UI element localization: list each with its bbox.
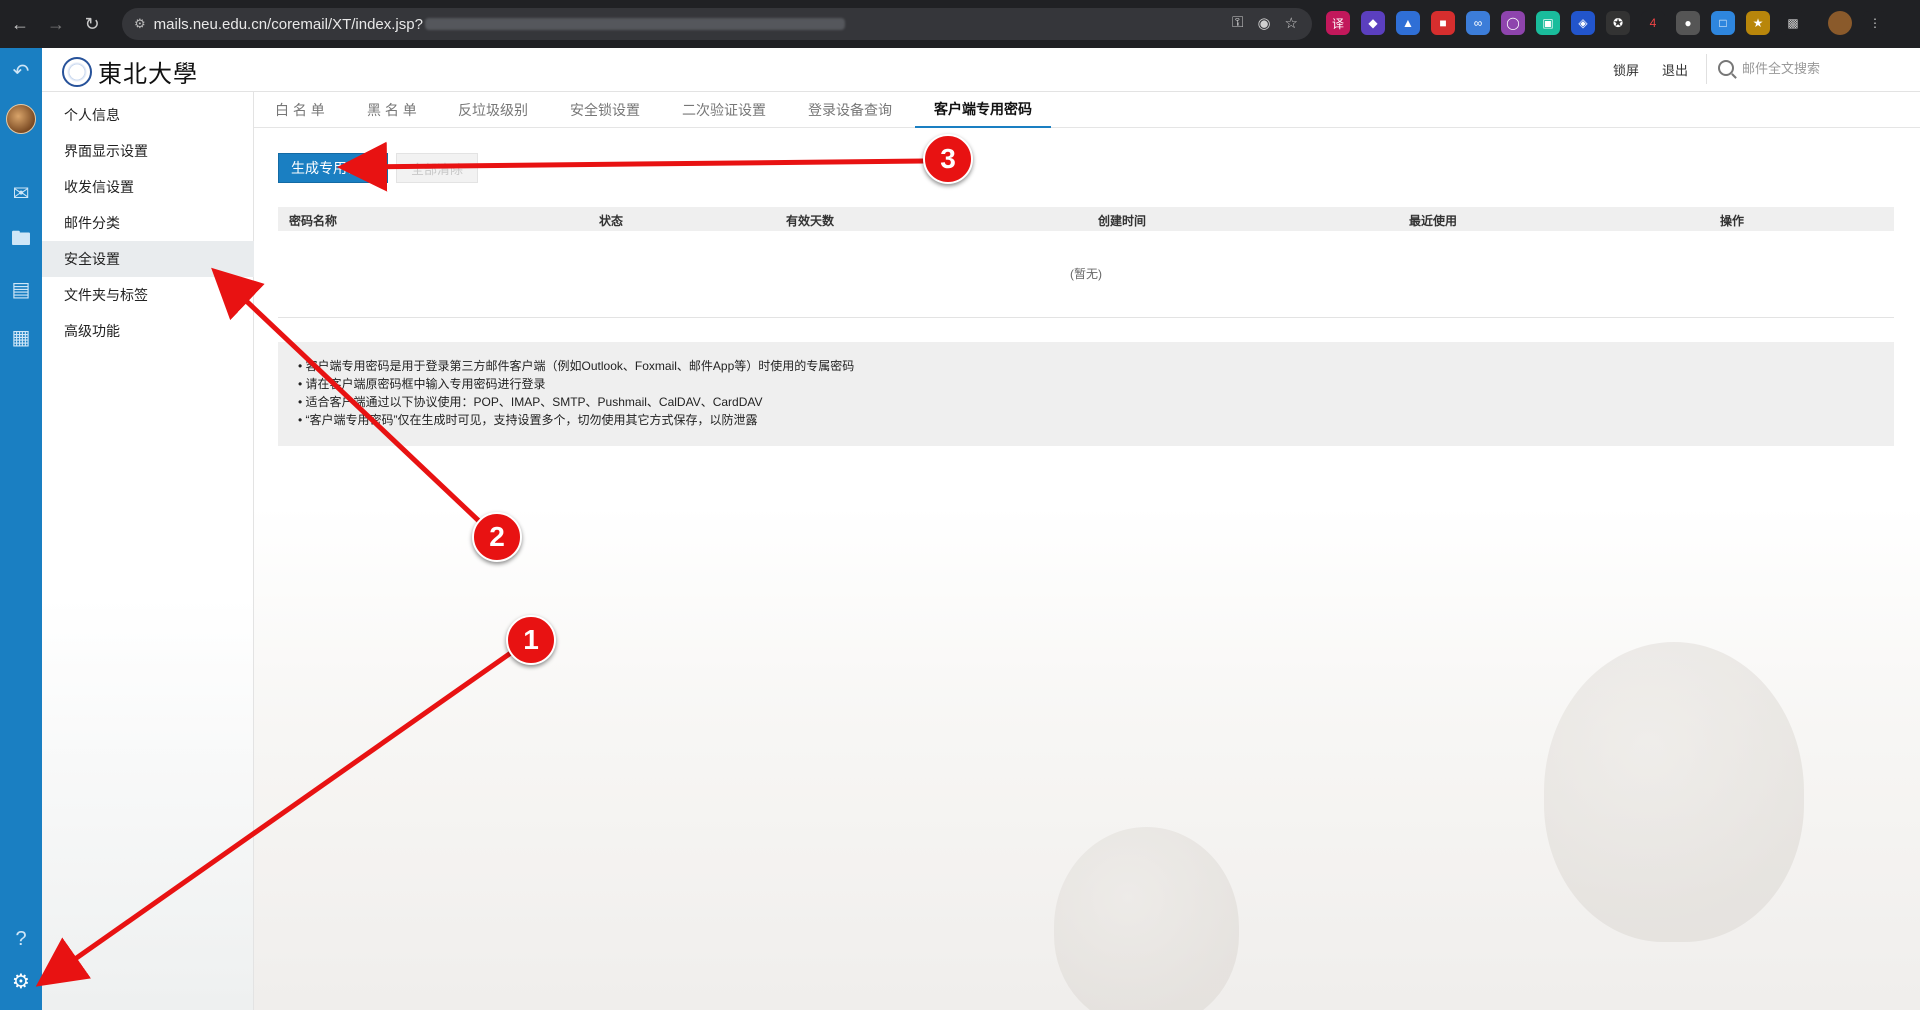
extension-icon[interactable]: ●	[1676, 11, 1700, 35]
sidebar-item-folders-tags[interactable]: 文件夹与标签	[42, 277, 254, 313]
header-divider	[1706, 54, 1707, 84]
back-icon[interactable]: ←	[4, 8, 36, 40]
sidebar-item-advanced[interactable]: 高级功能	[42, 313, 254, 349]
tab-login-devices[interactable]: 登录设备查询	[808, 92, 892, 128]
extension-icon[interactable]: 译	[1326, 11, 1350, 35]
search-icon	[1718, 59, 1734, 76]
column-header: 状态	[599, 214, 624, 228]
security-tabs: 白 名 单 黑 名 单 反垃圾级别 安全锁设置 二次验证设置 登录设备查询 客户…	[254, 92, 1920, 128]
eye-icon[interactable]: ◉	[1257, 14, 1270, 32]
tab-security-lock[interactable]: 安全锁设置	[570, 92, 640, 128]
help-icon[interactable]: ?	[6, 924, 36, 954]
info-line: • “客户端专用密码”仅在生成时可见，支持设置多个，切勿使用其它方式保存，以防泄…	[298, 413, 758, 427]
extension-icon[interactable]: ★	[1746, 11, 1770, 35]
return-icon[interactable]: ↶	[6, 56, 36, 86]
forward-icon[interactable]: →	[40, 8, 72, 40]
menu-kebab-icon[interactable]: ⋮	[1863, 11, 1887, 35]
extension-icon[interactable]: ◯	[1501, 11, 1525, 35]
puzzle-icon[interactable]: ▩	[1781, 11, 1805, 35]
info-line: • 适合客户端通过以下协议使用：POP、IMAP、SMTP、Pushmail、C…	[298, 395, 763, 409]
tab-whitelist[interactable]: 白 名 单	[275, 92, 325, 128]
extension-icon[interactable]: ▲	[1396, 11, 1420, 35]
avatar[interactable]	[6, 104, 36, 134]
extension-icon[interactable]: ◈	[1571, 11, 1595, 35]
lock-screen-link[interactable]: 锁屏	[1613, 60, 1639, 79]
column-header: 最近使用	[1409, 214, 1458, 228]
settings-sidebar: 个人信息 界面显示设置 收发信设置 邮件分类 安全设置 文件夹与标签 高级功能	[42, 92, 254, 1010]
logout-link[interactable]: 退出	[1662, 60, 1688, 79]
sidebar-item-display[interactable]: 界面显示设置	[42, 133, 254, 169]
settings-gear-icon[interactable]: ⚙	[6, 966, 36, 996]
tab-two-step-verification[interactable]: 二次验证设置	[682, 92, 766, 128]
url-text: mails.neu.edu.cn/coremail/XT/index.jsp?	[153, 15, 423, 33]
browser-toolbar: ← → ↻ ⚙ mails.neu.edu.cn/coremail/XT/ind…	[0, 0, 1920, 48]
sidebar-item-send-receive[interactable]: 收发信设置	[42, 169, 254, 205]
column-header: 操作	[1720, 214, 1745, 228]
background-balloon	[1544, 642, 1804, 942]
table-divider	[278, 317, 1894, 318]
tab-client-password[interactable]: 客户端专用密码	[915, 92, 1051, 128]
tab-antispam-level[interactable]: 反垃圾级别	[458, 92, 528, 128]
extension-icon[interactable]: ◆	[1361, 11, 1385, 35]
info-notes: • 客户端专用密码是用于登录第三方邮件客户端（例如Outlook、Foxmail…	[278, 342, 1894, 446]
site-info-icon[interactable]: ⚙	[134, 16, 146, 32]
university-seal-icon	[62, 56, 92, 87]
search-placeholder: 邮件全文搜索	[1742, 61, 1821, 76]
search-input[interactable]: 邮件全文搜索	[1718, 58, 1820, 77]
apps-grid-icon[interactable]: ▦	[6, 322, 36, 352]
address-bar[interactable]: ⚙ mails.neu.edu.cn/coremail/XT/index.jsp…	[122, 8, 1312, 40]
password-table-header: 密码名称 状态 有效天数 创建时间 最近使用 操作	[278, 207, 1894, 231]
sidebar-item-personal-info[interactable]: 个人信息	[42, 97, 254, 133]
info-line: • 客户端专用密码是用于登录第三方邮件客户端（例如Outlook、Foxmail…	[298, 359, 855, 373]
bookmark-star-icon[interactable]: ☆	[1285, 14, 1298, 32]
logo-text: 東北大學	[98, 60, 198, 88]
contacts-icon[interactable]: ▤	[6, 274, 36, 304]
tab-blacklist[interactable]: 黑 名 单	[367, 92, 417, 128]
annotation-badge-1: 1	[506, 615, 556, 665]
extension-icon[interactable]: ∞	[1466, 11, 1490, 35]
column-header: 创建时间	[1098, 214, 1147, 228]
sidebar-item-security[interactable]: 安全设置	[42, 241, 254, 277]
annotation-badge-2: 2	[472, 512, 522, 562]
info-line: • 请在客户端原密码框中输入专用密码进行登录	[298, 377, 546, 391]
extension-icons: 译 ◆ ▲ ■ ∞ ◯ ▣ ◈ ✪ 4 ● □ ★ ▩ ⋮	[1326, 11, 1887, 35]
extension-icon[interactable]: □	[1711, 11, 1735, 35]
folder-icon[interactable]: 🖿	[6, 226, 36, 256]
clear-all-button[interactable]: 全部清除	[396, 153, 478, 183]
app-rail: ↶ ✉ 🖿 ▤ ▦ ? ⚙	[0, 48, 42, 1010]
extension-icon[interactable]: 4	[1641, 11, 1665, 35]
empty-table-message: (暂无)	[1070, 267, 1102, 281]
extension-icon[interactable]: ✪	[1606, 11, 1630, 35]
sidebar-item-mail-category[interactable]: 邮件分类	[42, 205, 254, 241]
column-header: 有效天数	[786, 214, 835, 228]
annotation-badge-3: 3	[923, 134, 973, 184]
extension-icon[interactable]: ■	[1431, 11, 1455, 35]
column-header: 密码名称	[289, 214, 338, 228]
url-redacted	[424, 18, 845, 30]
university-logo: 東北大學	[62, 54, 198, 89]
reload-icon[interactable]: ↻	[76, 8, 108, 40]
profile-avatar[interactable]	[1828, 11, 1852, 35]
generate-password-button[interactable]: 生成专用密码	[278, 153, 388, 183]
mail-header: 東北大學 锁屏 退出 邮件全文搜索	[42, 48, 1920, 92]
key-icon[interactable]: ⚿	[1232, 14, 1243, 32]
extension-icon[interactable]: ▣	[1536, 11, 1560, 35]
background-balloon	[1054, 827, 1239, 1010]
mail-icon[interactable]: ✉	[6, 178, 36, 208]
